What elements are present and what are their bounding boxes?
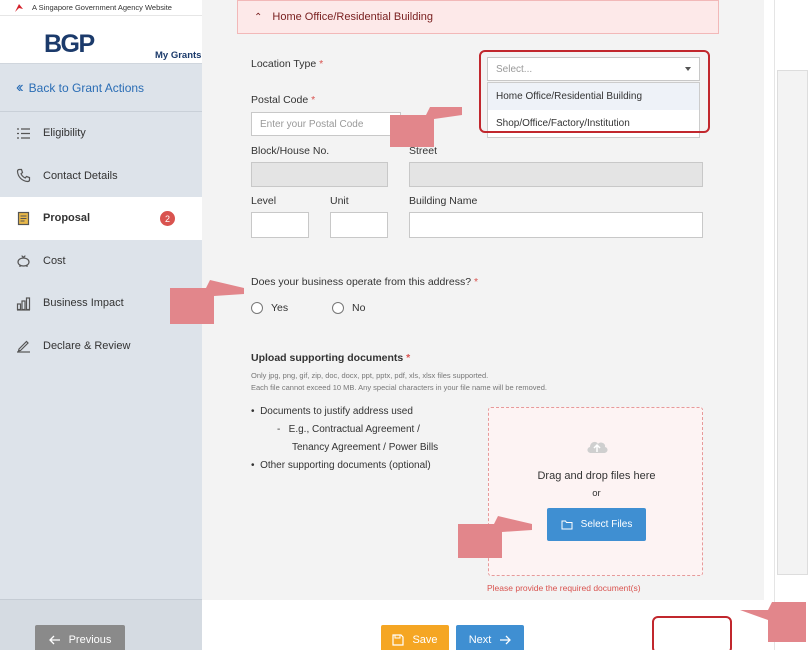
sidebar-item-label: Contact Details	[43, 169, 118, 182]
sidebar-item-eligibility[interactable]: Eligibility	[0, 112, 202, 155]
sidebar-item-label: Business Impact	[43, 297, 124, 310]
divider	[774, 0, 775, 650]
gov-banner-text: A Singapore Government Agency Website	[32, 3, 172, 12]
pointing-hand-icon	[740, 602, 806, 642]
piggy-bank-icon	[17, 255, 30, 268]
radio-no-label: No	[352, 302, 366, 314]
select-files-button[interactable]: Select Files	[547, 508, 646, 541]
folder-icon	[561, 520, 573, 530]
sidebar-item-label: Declare & Review	[43, 339, 131, 352]
building-name-label: Building Name	[409, 195, 478, 207]
document-icon	[17, 211, 30, 225]
pointing-hand-icon	[170, 280, 244, 324]
sidebar-item-label: Eligibility	[43, 127, 86, 140]
pointing-hand-icon	[458, 516, 532, 558]
upload-hint-types: Only jpg, png, gif, zip, doc, docx, ppt,…	[251, 371, 489, 380]
pointing-hand-icon	[390, 107, 462, 147]
save-button[interactable]: Save	[381, 625, 449, 650]
previous-label: Previous	[68, 634, 112, 646]
level-input[interactable]	[251, 212, 309, 238]
radio-yes[interactable]: Yes	[251, 302, 288, 314]
save-label: Save	[412, 634, 438, 646]
save-icon	[392, 634, 405, 646]
sidebar-item-contact-details[interactable]: Contact Details	[0, 155, 202, 198]
operate-question: Does your business operate from this add…	[251, 276, 479, 288]
sidebar-item-label: Cost	[43, 254, 66, 267]
highlight-box-location	[479, 50, 710, 133]
bullet-sub-2: Tenancy Agreement / Power Bills	[292, 442, 439, 453]
unit-input[interactable]	[330, 212, 388, 238]
status-badge: 2	[160, 211, 175, 226]
street-input	[409, 162, 703, 187]
bullet-sub-1: - E.g., Contractual Agreement /	[277, 424, 420, 435]
right-panel	[764, 0, 808, 650]
double-chevron-left-icon: ‹‹	[16, 78, 23, 96]
lion-head-icon	[15, 3, 23, 12]
upload-label: Upload supporting documents *	[251, 352, 411, 364]
upload-hint-size: Each file cannot exceed 10 MB. Any speci…	[251, 383, 547, 392]
previous-button[interactable]: Previous	[35, 625, 125, 650]
back-link-label: Back to Grant Actions	[28, 80, 145, 95]
block-label: Block/House No.	[251, 145, 330, 157]
radio-no[interactable]: No	[332, 302, 365, 314]
select-files-label: Select Files	[580, 519, 633, 530]
bar-chart-icon	[16, 297, 31, 311]
logo-row: BGP My Grants	[0, 16, 202, 64]
list-icon	[17, 128, 30, 139]
section-header[interactable]: ⌃ Home Office/Residential Building	[237, 0, 719, 34]
highlight-box-next	[652, 616, 732, 650]
upload-error-message: Please provide the required document(s)	[487, 583, 641, 593]
next-button[interactable]: Next	[456, 625, 524, 650]
radio-yes-label: Yes	[271, 302, 289, 314]
bullet-other: • Other supporting documents (optional)	[251, 460, 431, 471]
arrow-right-icon	[500, 635, 512, 645]
pen-icon	[17, 340, 30, 353]
radio-circle	[251, 302, 263, 314]
unit-label: Unit	[330, 195, 349, 207]
back-to-grant-actions-link[interactable]: ‹‹ Back to Grant Actions	[0, 64, 202, 112]
sidebar-item-proposal[interactable]: Proposal 2	[0, 197, 202, 240]
cloud-upload-icon	[587, 441, 608, 453]
side-panel-box	[777, 70, 808, 575]
location-type-label: Location Type *	[251, 58, 324, 70]
section-title: Home Office/Residential Building	[272, 11, 433, 23]
sidebar-item-declare-review[interactable]: Declare & Review	[0, 325, 202, 368]
bgp-logo[interactable]: BGP	[44, 30, 95, 59]
drop-text: Drag and drop files here	[537, 470, 656, 482]
or-text: or	[592, 488, 601, 499]
postal-code-input[interactable]: Enter your Postal Code	[251, 112, 401, 136]
gov-banner: A Singapore Government Agency Website	[0, 0, 202, 16]
level-label: Level	[251, 195, 277, 207]
next-label: Next	[468, 634, 492, 646]
my-grants-link[interactable]: My Grants	[155, 50, 201, 61]
building-name-input[interactable]	[409, 212, 703, 238]
postal-code-label: Postal Code *	[251, 94, 316, 106]
block-input	[251, 162, 388, 187]
phone-icon	[16, 169, 31, 183]
chevron-up-icon: ⌃	[254, 11, 263, 23]
radio-circle	[332, 302, 344, 314]
arrow-left-icon	[48, 635, 60, 645]
sidebar-item-label: Proposal	[43, 212, 91, 225]
bullet-documents: • Documents to justify address used	[251, 406, 413, 417]
